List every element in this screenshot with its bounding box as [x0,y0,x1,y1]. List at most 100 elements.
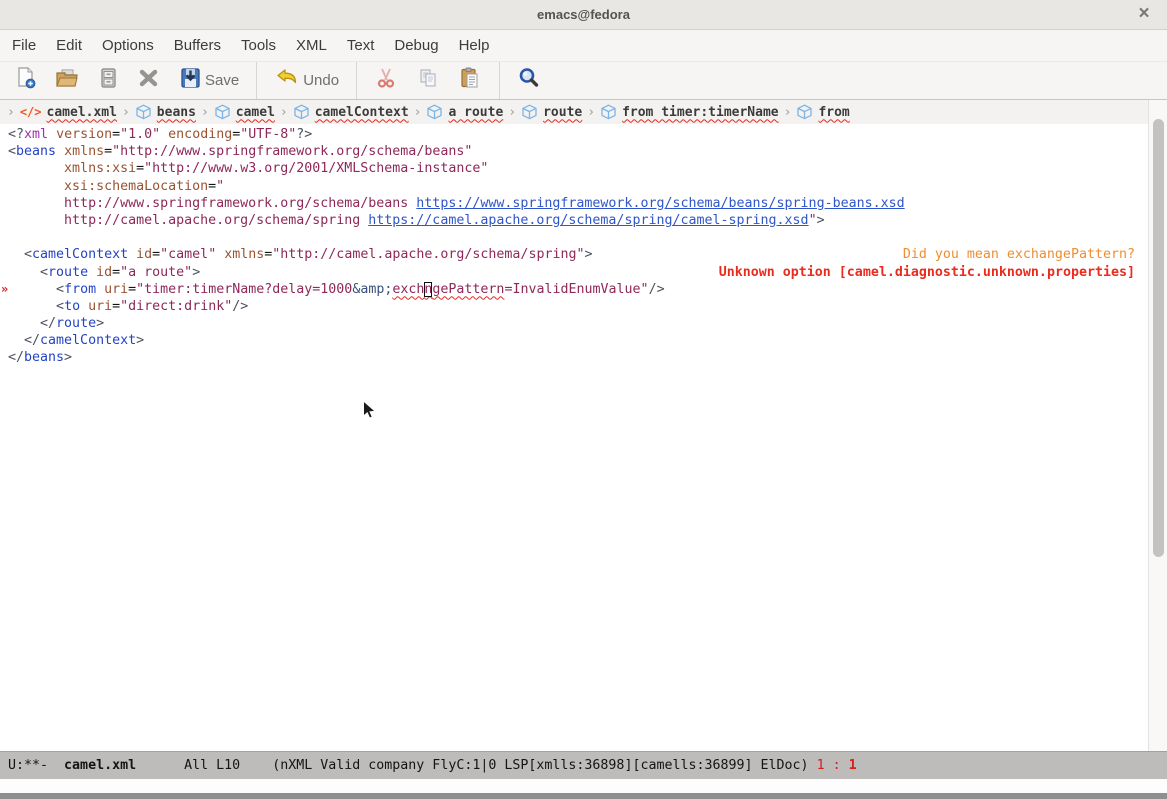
code-line[interactable]: http://www.springframework.org/schema/be… [0,195,1148,212]
code-token: ?> [296,127,312,142]
code-token: = [136,161,144,176]
buffer-name: camel.xml [64,758,136,773]
code-line[interactable]: xmlns:xsi="http://www.w3.org/2001/XMLSch… [0,160,1148,177]
toolbar-separator [356,62,357,99]
code-token: route [48,265,88,280]
code-token [88,265,96,280]
code-token: version [56,127,112,142]
code-token: route [56,316,96,331]
code-token: = [104,144,112,159]
menu-item-tools[interactable]: Tools [231,30,286,61]
code-token [8,247,24,262]
breadcrumb-item-camel[interactable]: camel [214,104,275,120]
code-buffer[interactable]: <?xml version="1.0" encoding="UTF-8"?><b… [0,124,1148,751]
chevron-separator-icon: › [587,105,595,120]
menu-item-options[interactable]: Options [92,30,164,61]
new-file-icon [15,66,37,95]
code-line[interactable]: <beans xmlns="http://www.springframework… [0,143,1148,160]
code-line[interactable]: » <from uri="timer:timerName?delay=1000&… [0,281,1148,298]
menu-item-edit[interactable]: Edit [46,30,92,61]
copy-button[interactable] [407,64,449,98]
open-file-button[interactable] [46,64,88,98]
echo-area-minibuffer[interactable] [0,779,1167,793]
close-buffer-button[interactable] [128,64,169,98]
code-line[interactable]: <to uri="direct:drink"/> [0,298,1148,315]
error-count: 1 [817,758,825,773]
code-token: "camel" [160,247,216,262]
code-token: http://camel.apache.org/schema/spring [64,213,368,228]
breadcrumb-item-a-route[interactable]: a route [426,104,503,120]
scrollbar-thumb[interactable] [1153,119,1164,557]
toolbar: Save Undo [0,62,1167,100]
code-token: uri [104,282,128,297]
menu-item-buffers[interactable]: Buffers [164,30,231,61]
menu-item-debug[interactable]: Debug [384,30,448,61]
new-file-button[interactable] [6,64,46,98]
code-line[interactable]: <camelContext id="camel" xmlns="http://c… [0,246,1148,263]
cube-icon [214,104,231,120]
code-line[interactable]: </camelContext> [0,332,1148,349]
code-token [96,282,104,297]
code-token: exch [392,282,424,297]
paste-button[interactable] [449,64,491,98]
menu-item-text[interactable]: Text [337,30,385,61]
menu-item-help[interactable]: Help [449,30,500,61]
toolbar-separator [256,62,257,99]
close-window-button[interactable]: × [1133,4,1155,26]
code-token [48,127,56,142]
save-icon [178,66,202,95]
breadcrumb-item-camelcontext[interactable]: camelContext [293,104,409,120]
title-bar: emacs@fedora × [0,0,1167,30]
save-button[interactable]: Save [169,64,248,98]
code-line[interactable]: </beans> [0,349,1148,366]
code-token: </ [8,350,24,365]
code-token: = [152,247,160,262]
code-token: < [24,247,32,262]
undo-button-label: Undo [303,72,339,89]
code-token: "http://www.w3.org/2001/XMLSchema-instan… [144,161,488,176]
code-line[interactable]: http://camel.apache.org/schema/spring ht… [0,212,1148,229]
code-token: camelContext [40,333,136,348]
cut-button[interactable] [365,64,407,98]
code-token: < [8,144,16,159]
mode-line[interactable]: U:**- camel.xml All L10 (nXML Valid comp… [0,751,1167,779]
breadcrumb-item-beans[interactable]: beans [135,104,196,120]
breadcrumb: ›</>camel.xml›beans›camel›camelContext›a… [0,100,1148,124]
code-token: > [817,213,825,228]
undo-button[interactable]: Undo [265,64,348,98]
code-token: > [64,350,72,365]
breadcrumb-item-from-timer-timername[interactable]: from timer:timerName [600,104,779,120]
code-token: "UTF-8" [240,127,296,142]
vertical-scrollbar[interactable] [1148,100,1167,751]
code-token [8,333,24,348]
dired-button[interactable] [88,64,128,98]
code-token: > [136,333,144,348]
inline-warning-annotation: Did you mean exchangePattern? [903,246,1135,263]
code-token: encoding [168,127,232,142]
cube-icon [426,104,443,120]
code-line[interactable]: <?xml version="1.0" encoding="UTF-8"?> [0,126,1148,143]
menu-item-file[interactable]: File [2,30,46,61]
code-line[interactable]: xsi:schemaLocation=" [0,178,1148,195]
menu-item-xml[interactable]: XML [286,30,337,61]
code-line[interactable]: </route> [0,315,1148,332]
copy-icon [416,66,440,95]
code-token [8,316,40,331]
paste-clipboard-icon [458,66,482,95]
code-token [8,196,64,211]
search-button[interactable] [508,64,550,98]
code-token [8,161,64,176]
code-token: xmlns [224,247,264,262]
breadcrumb-item-from[interactable]: from [796,104,849,120]
breadcrumb-item-route[interactable]: route [521,104,582,120]
code-token: from [64,282,96,297]
code-line[interactable] [0,229,1148,246]
breadcrumb-item-camel-xml[interactable]: </>camel.xml [20,105,117,120]
toolbar-separator [499,62,500,99]
warning-count: 1 [849,758,857,773]
code-line[interactable]: <route id="a route">Unknown option [came… [0,264,1148,281]
code-token: = [112,299,120,314]
code-file-icon: </> [20,105,42,119]
cube-icon [521,104,538,120]
code-token: id [136,247,152,262]
